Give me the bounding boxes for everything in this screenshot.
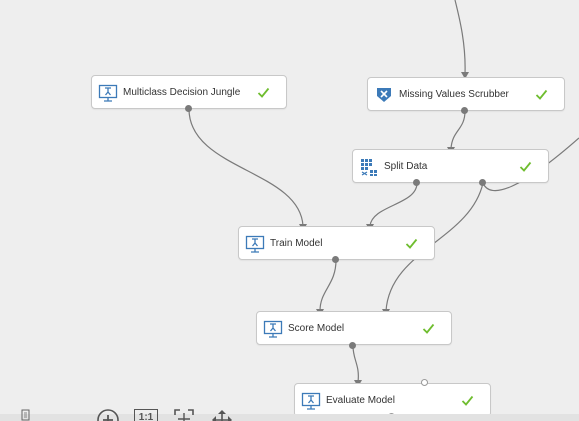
completed-check-icon bbox=[422, 323, 435, 334]
actual-size-label: 1:1 bbox=[138, 412, 154, 421]
completed-check-icon bbox=[535, 89, 548, 100]
learner-icon bbox=[98, 84, 118, 102]
connector-wire bbox=[450, 110, 466, 150]
learner-icon bbox=[263, 320, 283, 338]
module-label: Score Model bbox=[288, 323, 345, 334]
module-multiclass-decision-jungle[interactable]: Multiclass Decision Jungle bbox=[91, 75, 287, 109]
output-port-left[interactable] bbox=[413, 179, 420, 186]
module-label: Train Model bbox=[270, 238, 323, 249]
minimap-icon[interactable] bbox=[20, 409, 32, 421]
zoom-toolbar: 1:1 bbox=[0, 406, 579, 421]
fit-to-screen-icon[interactable] bbox=[173, 408, 195, 421]
module-split-data[interactable]: Split Data bbox=[352, 149, 549, 183]
toolbar-strip bbox=[0, 414, 579, 421]
learner-icon bbox=[245, 235, 265, 253]
completed-check-icon bbox=[257, 87, 270, 98]
zoom-in-icon[interactable] bbox=[96, 408, 120, 421]
connector-wire bbox=[454, 0, 466, 75]
module-label: Missing Values Scrubber bbox=[399, 89, 509, 100]
connector-wire bbox=[352, 345, 359, 383]
connector-wire bbox=[188, 108, 304, 227]
connector-wire bbox=[319, 259, 337, 312]
module-label: Multiclass Decision Jungle bbox=[123, 87, 241, 98]
connector-wire bbox=[369, 182, 418, 227]
module-train-model[interactable]: Train Model bbox=[238, 226, 435, 260]
split-data-icon bbox=[361, 159, 377, 176]
input-port-right[interactable] bbox=[421, 379, 428, 386]
scrubber-icon bbox=[377, 88, 391, 102]
output-port[interactable] bbox=[332, 256, 339, 263]
output-port[interactable] bbox=[185, 105, 192, 112]
completed-check-icon bbox=[519, 161, 532, 172]
completed-check-icon bbox=[405, 238, 418, 249]
output-port[interactable] bbox=[349, 342, 356, 349]
module-score-model[interactable]: Score Model bbox=[256, 311, 452, 345]
connection-layer bbox=[188, 0, 579, 387]
output-port-right[interactable] bbox=[479, 179, 486, 186]
output-port[interactable] bbox=[461, 107, 468, 114]
module-missing-values-scrubber[interactable]: Missing Values Scrubber bbox=[367, 77, 565, 111]
module-label: Split Data bbox=[384, 161, 428, 172]
experiment-canvas[interactable]: Multiclass Decision Jungle Missing Value… bbox=[0, 0, 579, 421]
actual-size-button[interactable]: 1:1 bbox=[134, 409, 158, 421]
pan-icon[interactable] bbox=[210, 408, 234, 421]
